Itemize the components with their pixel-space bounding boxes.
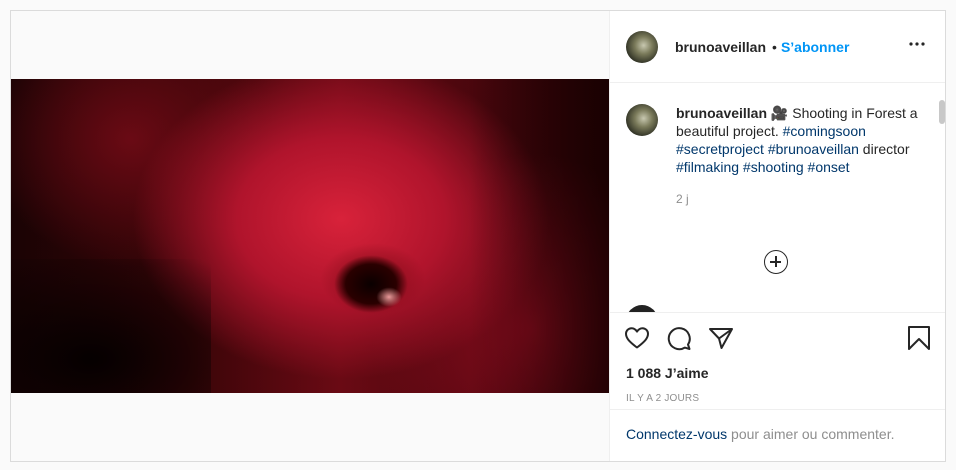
post-photo[interactable] [11,79,609,393]
photo-shadow [11,259,211,393]
comments-section[interactable]: brunoaveillan 🎥 Shooting in Forest a bea… [610,84,945,312]
action-icons [624,323,931,353]
like-button[interactable] [624,326,650,350]
follow-button[interactable]: S’abonner [781,39,849,55]
paper-plane-icon [709,328,733,349]
hashtag-link[interactable]: #filmaking [676,159,739,175]
comments-scrollbar[interactable] [939,100,945,124]
photo-shadow-right [469,79,609,393]
follow-separator: • [772,38,777,55]
hashtag-link[interactable]: #secretproject [676,141,764,157]
hashtag-link[interactable]: #brunoaveillan [768,141,859,157]
share-button[interactable] [708,326,734,350]
login-prompt: Connectez-vous pour aimer ou commenter. [610,409,945,461]
post-media [11,11,609,461]
instagram-post: brunoaveillan • S’abonner brunoaveillan … [10,10,946,462]
post-timestamp[interactable]: IL Y A 2 JOURS [626,393,931,404]
caption-username[interactable]: brunoaveillan [676,105,767,121]
avatar[interactable] [626,30,658,63]
login-prompt-text: pour aimer ou commenter. [727,426,895,442]
hashtag-link[interactable]: #onset [808,159,850,175]
post-actions: 1 088 J’aime IL Y A 2 JOURS [610,312,945,404]
caption-middle: director [858,141,910,157]
more-options-icon[interactable] [905,32,929,61]
next-comment-avatar[interactable] [626,305,658,312]
caption-timestamp[interactable]: 2 j [676,190,922,208]
hashtag-link[interactable]: #shooting [743,159,804,175]
login-link[interactable]: Connectez-vous [626,426,727,442]
username[interactable]: brunoaveillan [675,39,766,55]
camera-emoji: 🎥 [770,105,789,121]
load-more-comments-button[interactable] [764,250,788,274]
more-horizontal-icon [909,42,925,46]
hashtag-link[interactable]: #comingsoon [783,123,866,139]
post-sidebar: brunoaveillan • S’abonner brunoaveillan … [609,11,945,461]
caption-text: brunoaveillan 🎥 Shooting in Forest a bea… [676,104,922,208]
post-header: brunoaveillan • S’abonner [610,11,945,83]
heart-icon [625,327,649,349]
comment-button[interactable] [666,325,692,351]
save-button[interactable] [907,325,931,351]
comment-icon [667,327,691,351]
caption: brunoaveillan 🎥 Shooting in Forest a bea… [626,104,929,208]
likes-count[interactable]: 1 088 J’aime [626,365,931,381]
caption-avatar[interactable] [626,104,658,136]
bookmark-icon [908,326,930,350]
